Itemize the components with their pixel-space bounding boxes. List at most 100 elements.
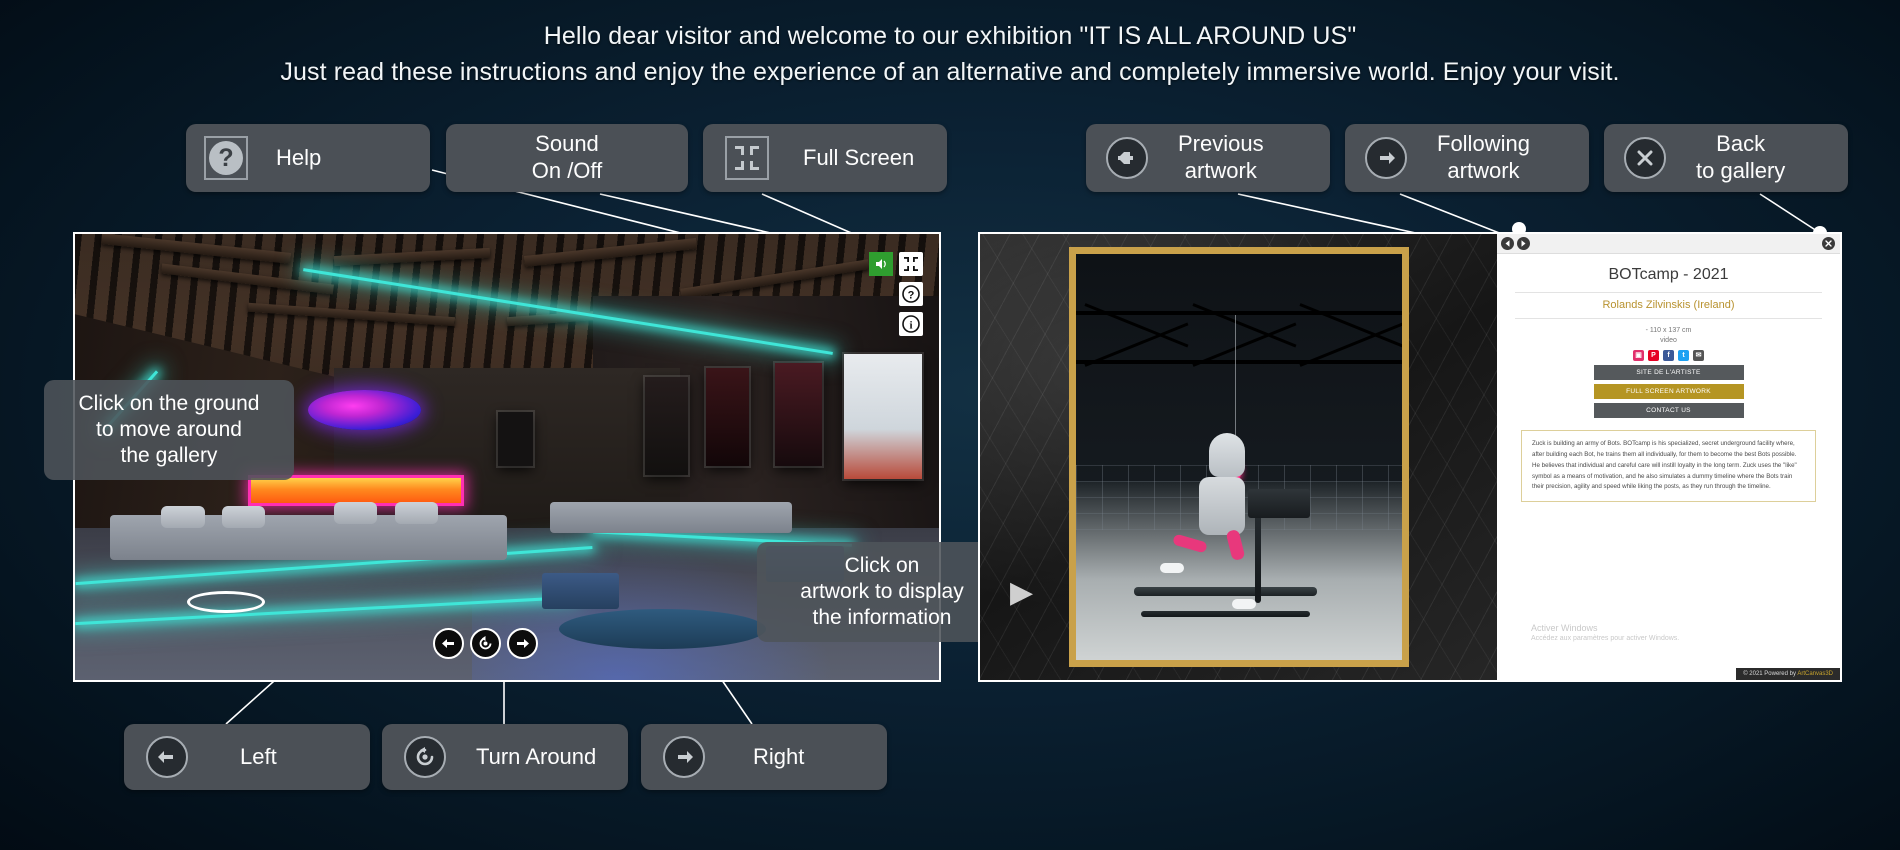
sofa-right	[550, 501, 793, 533]
truss	[1075, 359, 1402, 364]
header-line-2: Just read these instructions and enjoy t…	[280, 58, 1620, 87]
truss	[1075, 310, 1402, 315]
full-screen-button-label: Full Screen	[803, 144, 915, 170]
artwork-wall-panel	[980, 234, 1497, 680]
runner-body	[1199, 477, 1246, 536]
svg-text:i: i	[909, 320, 912, 332]
artwork-right-3[interactable]	[774, 363, 823, 466]
gallery-sound-icon[interactable]	[869, 252, 893, 276]
artwork-artist: Rolands Zilvinskis (Ireland)	[1515, 293, 1822, 319]
artwork-description: Zuck is building an army of Bots. BOTcam…	[1521, 430, 1816, 503]
ground-click-marker[interactable]	[187, 590, 266, 614]
rotate-icon	[404, 736, 446, 778]
artwork-right-1[interactable]	[645, 376, 689, 475]
gallery-nav-right[interactable]	[507, 628, 538, 659]
artist-site-button[interactable]: SITE DE L'ARTISTE	[1593, 365, 1744, 380]
artwork-medium: video	[1660, 337, 1677, 344]
help-button-label: Help	[276, 144, 322, 170]
question-mark-glyph: ?	[209, 141, 243, 175]
svg-text:?: ?	[908, 290, 915, 302]
artwork-frame[interactable]	[1068, 247, 1409, 667]
close-x-icon	[1624, 137, 1666, 179]
arrow-left-icon	[1106, 137, 1148, 179]
help-button[interactable]: ? Help	[186, 124, 430, 192]
treadmill-deck	[1134, 586, 1317, 596]
footer-brand: ArtCanvas3D	[1797, 671, 1833, 677]
pinterest-glyph: P	[1651, 352, 1656, 359]
artwork-title: BOTcamp - 2021	[1515, 266, 1822, 293]
runner-shoe	[1160, 562, 1185, 573]
previous-artwork-button[interactable]: Previous artwork	[1086, 124, 1330, 192]
runner-shoe	[1231, 599, 1256, 610]
artwork-right-4[interactable]	[843, 354, 922, 480]
windows-activation-watermark: Activer Windows Accédez aux paramètres p…	[1531, 623, 1679, 642]
artwork-info-panel: BOTcamp - 2021 Rolands Zilvinskis (Irela…	[1497, 234, 1840, 680]
full-screen-artwork-button[interactable]: FULL SCREEN ARTWORK	[1593, 384, 1744, 399]
artwork-right-2[interactable]	[705, 367, 749, 466]
arrow-right-icon	[663, 736, 705, 778]
gallery-info-icon[interactable]: i	[899, 312, 923, 336]
gallery-fullscreen-icon[interactable]	[899, 252, 923, 276]
artwork-back[interactable]	[498, 412, 533, 466]
move-left-button[interactable]: Left	[124, 724, 370, 790]
twitter-glyph: t	[1682, 352, 1685, 359]
pillow	[161, 506, 205, 529]
artwork-neon-blob[interactable]	[308, 390, 421, 431]
ottoman	[541, 572, 620, 609]
instagram-glyph: ▣	[1635, 352, 1642, 359]
sound-button-label: Sound On /Off	[531, 131, 603, 183]
runner-hood	[1209, 432, 1246, 477]
facebook-glyph: f	[1667, 352, 1670, 359]
detail-toolbar	[1497, 234, 1840, 254]
contact-us-button[interactable]: CONTACT US	[1593, 403, 1744, 418]
full-screen-button[interactable]: Full Screen	[703, 124, 947, 192]
pillow	[334, 501, 378, 524]
back-to-gallery-label: Back to gallery	[1696, 131, 1786, 183]
arrow-right-icon	[1365, 137, 1407, 179]
coffee-table	[558, 608, 767, 649]
turn-around-button[interactable]: Turn Around	[382, 724, 628, 790]
tooltip-artwork: Click on artwork to display the informat…	[757, 542, 1007, 642]
pillow	[221, 506, 266, 529]
following-artwork-label: Following artwork	[1437, 131, 1530, 183]
twitter-icon[interactable]: t	[1678, 350, 1689, 361]
previous-artwork-label: Previous artwork	[1178, 131, 1264, 183]
pinterest-icon[interactable]: P	[1648, 350, 1659, 361]
gallery-help-icon[interactable]: ?	[899, 282, 923, 306]
header-instructions: Hello dear visitor and welcome to our ex…	[0, 18, 1900, 91]
email-icon[interactable]: ✉	[1693, 350, 1704, 361]
full-screen-icon	[725, 136, 769, 180]
social-share-row: ▣ P f t ✉	[1515, 350, 1822, 361]
arrow-left-icon	[146, 736, 188, 778]
footer-copyright: © 2021 Powered by	[1743, 671, 1798, 677]
back-to-gallery-button[interactable]: Back to gallery	[1604, 124, 1848, 192]
email-glyph: ✉	[1695, 352, 1702, 359]
detail-footer: © 2021 Powered by ArtCanvas3D	[1736, 668, 1840, 680]
move-left-label: Left	[240, 743, 277, 769]
artwork-info-body: BOTcamp - 2021 Rolands Zilvinskis (Irela…	[1497, 254, 1840, 680]
artwork-detail-view[interactable]: BOTcamp - 2021 Rolands Zilvinskis (Irela…	[978, 232, 1842, 682]
turn-around-label: Turn Around	[476, 743, 597, 769]
detail-next-icon[interactable]	[1517, 237, 1530, 250]
windows-watermark-title: Activer Windows	[1531, 623, 1598, 633]
instagram-icon[interactable]: ▣	[1633, 350, 1644, 361]
gallery-nav-turn-around[interactable]	[470, 628, 501, 659]
question-mark-icon: ?	[204, 136, 248, 180]
treadmill-rail	[1254, 505, 1261, 604]
pillow	[394, 501, 438, 524]
tooltip-ground: Click on the ground to move around the g…	[44, 380, 294, 480]
detail-next-arrow-icon[interactable]: ▶	[1010, 578, 1033, 608]
header-line-1: Hello dear visitor and welcome to our ex…	[543, 22, 1357, 50]
sound-toggle-button[interactable]: Sound On /Off	[446, 124, 688, 192]
detail-prev-icon[interactable]	[1501, 237, 1514, 250]
move-right-button[interactable]: Right	[641, 724, 887, 790]
facebook-icon[interactable]: f	[1663, 350, 1674, 361]
treadmill-base	[1140, 611, 1311, 618]
windows-watermark-subtitle: Accédez aux paramètres pour activer Wind…	[1531, 635, 1680, 642]
move-right-label: Right	[753, 743, 805, 769]
detail-close-icon[interactable]	[1822, 237, 1835, 250]
artwork-dimensions: - 110 x 137 cm	[1645, 327, 1692, 334]
following-artwork-button[interactable]: Following artwork	[1345, 124, 1589, 192]
treadmill-console	[1248, 489, 1311, 518]
gallery-nav-left[interactable]	[433, 628, 464, 659]
